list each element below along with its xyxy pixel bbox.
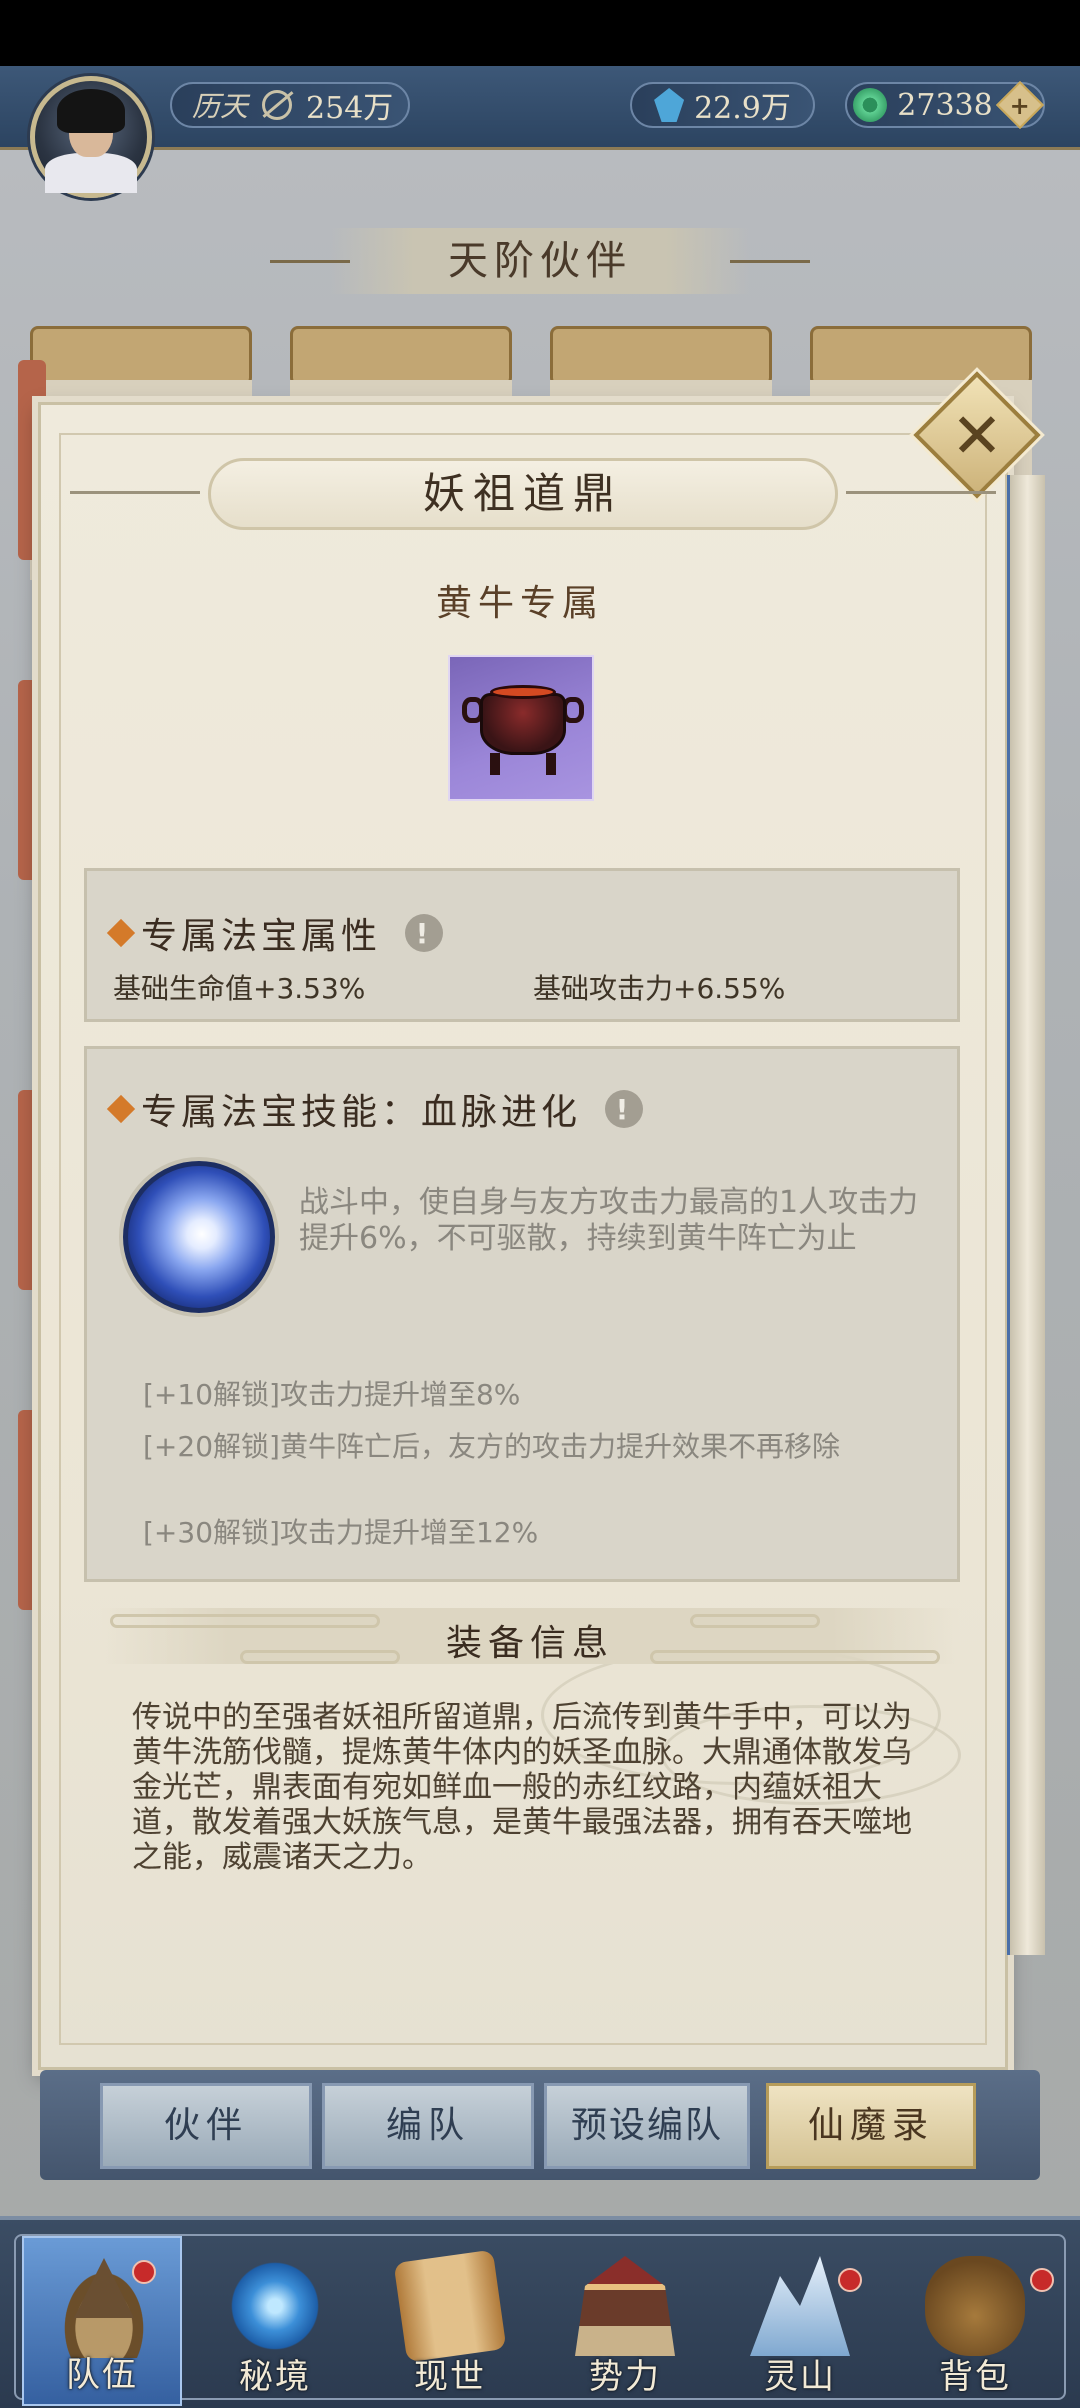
energy-orb-icon [123,1161,275,1313]
scroll-roller [1007,475,1045,1955]
partner-banner [290,326,512,386]
avatar-hair [57,89,125,133]
jade-value: 27338 [897,87,993,123]
partner-banner [550,326,772,386]
title-ornament [846,491,996,494]
player-avatar[interactable] [30,76,152,198]
nav-label: 队伍 [66,2355,138,2395]
cauldron-rim [490,685,556,699]
cauldron-leg [546,753,556,775]
attribute-heading-row: 专属法宝属性 ! [106,907,444,959]
avatar-coat [45,153,137,193]
crystal-currency[interactable]: 22.9万 [630,82,815,128]
equipment-heading: 装备信息 [445,1623,614,1664]
cauldron-body [480,693,566,755]
partner-banner [810,326,1032,386]
crystal-icon [654,88,685,122]
mountain-icon [750,2256,850,2356]
title-ornament [70,491,200,494]
portal-icon [225,2256,325,2356]
temple-icon [575,2256,675,2356]
section-title: 天阶伙伴 [270,228,810,294]
scroll-icon [393,2249,507,2363]
plus-icon: + [1009,90,1030,120]
nav-present-world[interactable]: 现世 [370,2236,530,2406]
partner-banner [30,326,252,386]
notification-badge [132,2260,156,2284]
hp-bonus: 基础生命值+3.53% [113,972,366,1005]
attribute-panel: 专属法宝属性 ! 基础生命值+3.53% 基础攻击力+6.55% [84,868,960,1022]
skill-description: 战斗中，使自身与友方攻击力最高的1人攻击力提升6%，不可驱散，持续到黄牛阵亡为止 [299,1185,919,1256]
unlock-tag: [+10解锁] [143,1378,280,1411]
nav-secret-realm[interactable]: 秘境 [195,2236,355,2406]
unlock-text: 黄牛阵亡后，友方的攻击力提升效果不再移除 [279,1430,840,1463]
power-value: 254万 [306,91,394,126]
unlock-tag: [+20解锁] [143,1430,280,1463]
diamond-bullet-icon [106,918,136,948]
modal-title: 妖祖道鼎 [422,469,623,518]
notification-badge [1030,2268,1054,2292]
close-icon: ✕ [951,398,1003,472]
add-jade-button[interactable]: + [995,80,1044,130]
jade-icon [853,88,888,122]
cloud-ornament [650,1650,940,1664]
nav-label: 秘境 [239,2357,311,2397]
cloud-ornament [690,1614,820,1628]
equipment-description: 传说中的至强者妖祖所留道鼎，后流传到黄牛手中，可以为黄牛洗筋伐髓，提炼黄牛体内的… [132,1700,912,1875]
attribute-heading: 专属法宝属性 [141,916,382,957]
status-bar [0,0,1080,66]
unlock-tier-10: [+10解锁] 攻击力提升增至8% [143,1377,903,1412]
cauldron-leg [490,753,500,775]
nav-label: 势力 [589,2357,661,2397]
attack-bonus: 基础攻击力+6.55% [533,972,786,1005]
crystal-value: 22.9万 [694,91,791,126]
cauldron-icon [448,655,594,801]
bag-icon [925,2256,1025,2356]
nav-label: 背包 [939,2357,1011,2397]
power-icon [262,90,293,120]
skill-info-icon[interactable]: ! [605,1090,644,1128]
diamond-bullet-icon [106,1094,136,1124]
nav-team[interactable]: 队伍 [22,2236,182,2406]
nav-backpack[interactable]: 背包 [895,2236,1055,2406]
owner-tag: 黄牛专属 [435,583,604,624]
tab-formation[interactable]: 编队 [322,2083,534,2169]
skill-heading: 专属法宝技能：血脉进化 [141,1092,582,1133]
notification-badge [838,2268,862,2292]
unlock-text: 攻击力提升增至12% [279,1516,539,1549]
nav-label: 现世 [414,2357,486,2397]
tab-partners[interactable]: 伙伴 [100,2083,312,2169]
jade-currency[interactable]: 27338 + [845,80,1045,130]
combat-power: 历天 254万 [170,82,410,128]
tab-immortal-record[interactable]: 仙魔录 [766,2083,976,2169]
power-label: 历天 [192,90,249,123]
nav-label: 灵山 [764,2357,836,2397]
cloud-ornament [110,1614,380,1628]
skill-heading-row: 专属法宝技能：血脉进化 ! [106,1083,644,1135]
attribute-info-icon[interactable]: ! [405,914,444,952]
unlock-tier-20: [+20解锁] 黄牛阵亡后，友方的攻击力提升效果不再移除 [143,1429,903,1464]
tab-preset-formation[interactable]: 预设编队 [544,2083,750,2169]
nav-spirit-mountain[interactable]: 灵山 [720,2236,880,2406]
nav-faction[interactable]: 势力 [545,2236,705,2406]
skill-panel: 专属法宝技能：血脉进化 ! 战斗中，使自身与友方攻击力最高的1人攻击力提升6%，… [84,1046,960,1582]
cloud-ornament [240,1650,400,1664]
unlock-text: 攻击力提升增至8% [279,1378,521,1411]
unlock-tier-30: [+30解锁] 攻击力提升增至12% [143,1515,903,1550]
unlock-tag: [+30解锁] [143,1516,280,1549]
